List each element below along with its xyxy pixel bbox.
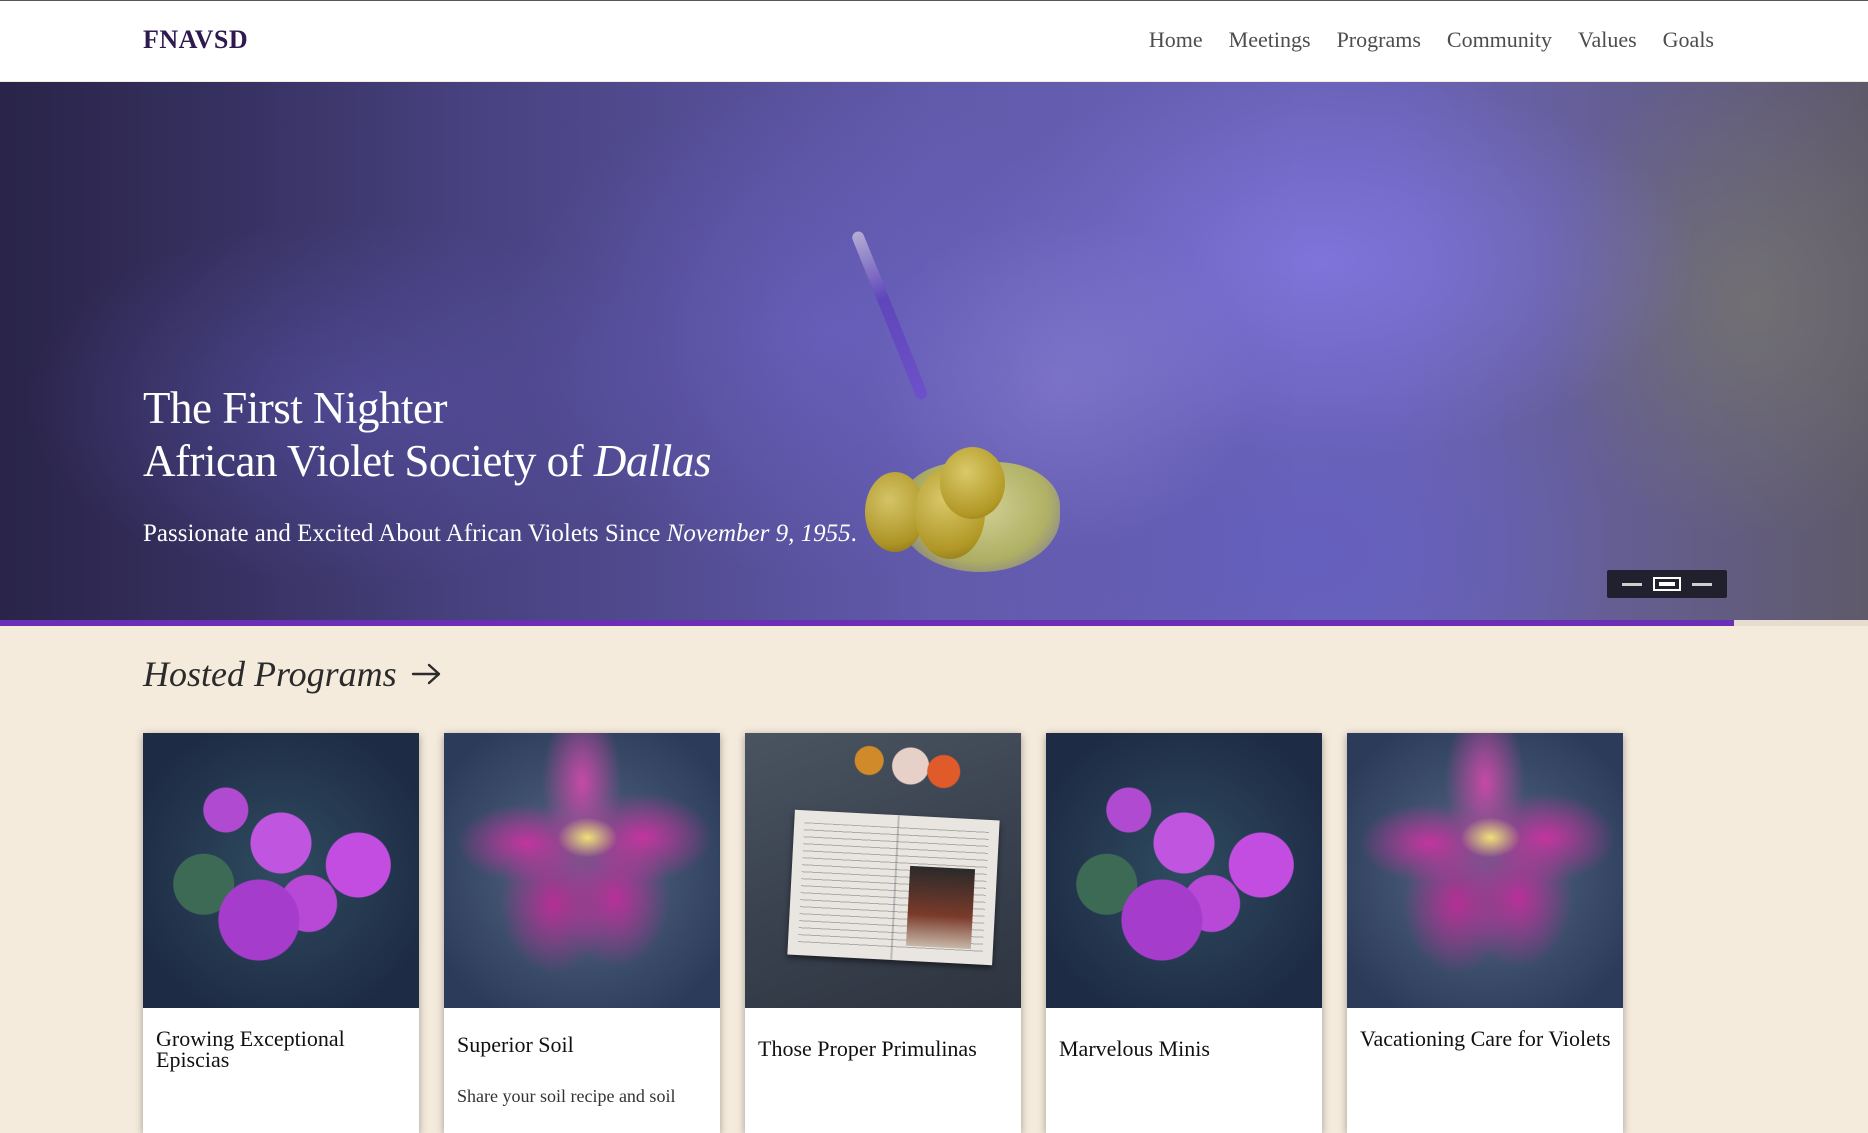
- nav-home[interactable]: Home: [1149, 27, 1203, 53]
- card-title: Those Proper Primulinas: [758, 1036, 977, 1061]
- hero-subtitle-text: Passionate and Excited About African Vio…: [143, 520, 667, 547]
- site-logo[interactable]: FNAVSD: [143, 25, 248, 55]
- hero-title-line2: African Violet Society of: [143, 436, 594, 486]
- arrow-right-icon: [411, 663, 440, 685]
- section-heading: Hosted Programs: [143, 654, 397, 694]
- purple-roses-image: [143, 733, 419, 1008]
- slide-dot-1[interactable]: [1622, 582, 1643, 586]
- slide-dot-2[interactable]: [1652, 577, 1681, 591]
- program-card[interactable]: Vacationing Care for Violets: [1347, 733, 1623, 1133]
- card-title: Marvelous Minis: [1059, 1036, 1210, 1061]
- slider-progress-bar: [0, 620, 1734, 626]
- nav-meetings[interactable]: Meetings: [1229, 27, 1311, 53]
- card-title: Growing Exceptional Episcias: [156, 1026, 345, 1072]
- card-description: Share your soil recipe and soil: [457, 1086, 676, 1106]
- hero-title-line1: The First Nighter: [143, 383, 447, 433]
- lily-image: [444, 733, 720, 1008]
- hero-subtitle-period: .: [850, 520, 857, 547]
- notebook-graphic: [787, 809, 1000, 966]
- slider-progress-track: [0, 620, 1868, 626]
- program-card[interactable]: Superior Soil Share your soil recipe and…: [444, 733, 720, 1133]
- nav-community[interactable]: Community: [1447, 27, 1552, 53]
- program-card[interactable]: Growing Exceptional Episcias: [143, 733, 419, 1133]
- hero-slider: The First Nighter African Violet Society…: [0, 82, 1868, 620]
- main-nav: Home Meetings Programs Community Values …: [1149, 27, 1714, 53]
- slide-dot-3[interactable]: [1691, 582, 1712, 586]
- nav-programs[interactable]: Programs: [1337, 27, 1421, 53]
- program-cards: Growing Exceptional Episcias Superior So…: [143, 733, 1623, 1133]
- slider-pagination: [1607, 570, 1727, 598]
- program-card[interactable]: Marvelous Minis: [1046, 733, 1322, 1133]
- nav-goals[interactable]: Goals: [1663, 27, 1714, 53]
- site-header: FNAVSD Home Meetings Programs Community …: [0, 1, 1868, 81]
- hero-subtitle-date: November 9, 1955: [666, 520, 851, 547]
- lily-image: [1347, 733, 1623, 1008]
- notebook-image: [745, 733, 1021, 1008]
- program-card[interactable]: Those Proper Primulinas: [745, 733, 1021, 1133]
- hosted-programs-link[interactable]: Hosted Programs: [143, 653, 443, 695]
- hero-title: The First Nighter African Violet Society…: [143, 382, 857, 488]
- card-title: Superior Soil: [457, 1032, 574, 1057]
- purple-roses-image: [1046, 733, 1322, 1008]
- nav-values[interactable]: Values: [1578, 27, 1637, 53]
- hero-subtitle: Passionate and Excited About African Vio…: [143, 520, 857, 548]
- hero-title-city: Dallas: [593, 436, 712, 486]
- hero-text: The First Nighter African Violet Society…: [143, 382, 857, 548]
- card-title: Vacationing Care for Violets: [1360, 1026, 1611, 1051]
